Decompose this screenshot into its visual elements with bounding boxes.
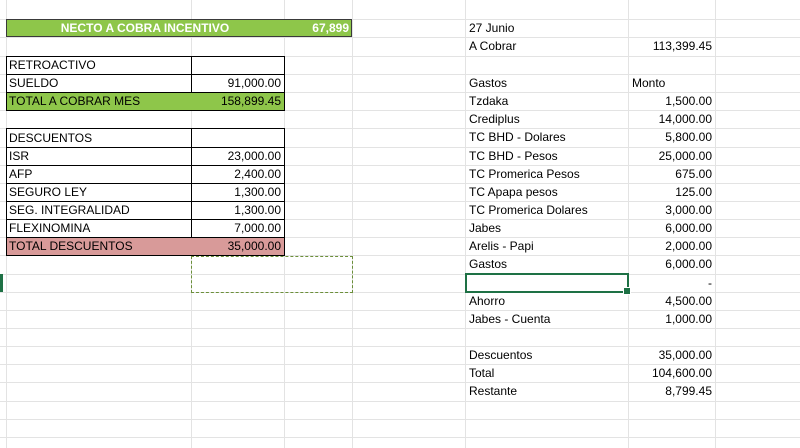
gasto-value-0[interactable]: 1,500.00: [629, 92, 715, 110]
gasto-value-4[interactable]: 675.00: [629, 165, 715, 183]
jabes-cuenta-label[interactable]: Jabes - Cuenta: [466, 310, 628, 328]
gasto-value-6[interactable]: 3,000.00: [629, 201, 715, 219]
retroactivo-value[interactable]: [192, 56, 284, 74]
total-value[interactable]: 104,600.00: [629, 364, 715, 382]
desc-value-seg-integralidad[interactable]: 1,300.00: [192, 201, 284, 219]
total-descuentos-label[interactable]: TOTAL DESCUENTOS: [6, 237, 191, 255]
dash-value[interactable]: -: [629, 274, 715, 292]
incentive-header-value[interactable]: 67,899: [284, 19, 352, 37]
active-cell-selection[interactable]: [465, 273, 631, 295]
gasto-value-5[interactable]: 125.00: [629, 183, 715, 201]
gasto-value-1[interactable]: 14,000.00: [629, 110, 715, 128]
desc-value-seguro-ley[interactable]: 1,300.00: [192, 183, 284, 201]
gasto-label-5[interactable]: TC Apapa pesos: [466, 183, 628, 201]
gasto-value-3[interactable]: 25,000.00: [629, 147, 715, 165]
gastos-header-label[interactable]: Gastos: [466, 74, 628, 92]
descuentos-summary-label[interactable]: Descuentos: [466, 346, 628, 364]
sueldo-label[interactable]: SUELDO: [6, 74, 191, 92]
desc-label-isr[interactable]: ISR: [6, 147, 191, 165]
restante-value[interactable]: 8,799.45: [629, 382, 715, 400]
gasto-value-8[interactable]: 2,000.00: [629, 237, 715, 255]
monto-header-label[interactable]: Monto: [629, 74, 715, 92]
desc-label-seguro-ley[interactable]: SEGURO LEY: [6, 183, 191, 201]
ahorro-value[interactable]: 4,500.00: [629, 292, 715, 310]
gasto-value-7[interactable]: 6,000.00: [629, 219, 715, 237]
desc-value-afp[interactable]: 2,400.00: [192, 165, 284, 183]
copy-selection-marquee: [191, 256, 353, 293]
jabes-cuenta-value[interactable]: 1,000.00: [629, 310, 715, 328]
gasto-label-1[interactable]: Crediplus: [466, 110, 628, 128]
restante-label[interactable]: Restante: [466, 382, 628, 400]
descuentos-title[interactable]: DESCUENTOS: [6, 129, 191, 147]
gasto-value-9[interactable]: 6,000.00: [629, 255, 715, 273]
incentive-header-label[interactable]: NECTO A COBRA INCENTIVO: [6, 19, 284, 37]
gasto-label-6[interactable]: TC Promerica Dolares: [466, 201, 628, 219]
gasto-label-3[interactable]: TC BHD - Pesos: [466, 147, 628, 165]
total-mes-label[interactable]: TOTAL A COBRAR MES: [6, 92, 191, 110]
desc-value-isr[interactable]: 23,000.00: [192, 147, 284, 165]
gasto-value-2[interactable]: 5,800.00: [629, 128, 715, 146]
gasto-label-7[interactable]: Jabes: [466, 219, 628, 237]
total-label[interactable]: Total: [466, 364, 628, 382]
a-cobrar-value[interactable]: 113,399.45: [629, 37, 715, 55]
gasto-label-2[interactable]: TC BHD - Dolares: [466, 128, 628, 146]
date-label[interactable]: 27 Junio: [466, 19, 628, 37]
desc-label-flexinomina[interactable]: FLEXINOMINA: [6, 219, 191, 237]
total-descuentos-value[interactable]: 35,000.00: [192, 237, 284, 255]
sueldo-value[interactable]: 91,000.00: [192, 74, 284, 92]
total-mes-value[interactable]: 158,899.45: [192, 92, 284, 110]
row-header-highlight: [0, 274, 3, 292]
a-cobrar-label[interactable]: A Cobrar: [466, 37, 628, 55]
desc-value-flexinomina[interactable]: 7,000.00: [192, 219, 284, 237]
gasto-label-9[interactable]: Gastos: [466, 255, 628, 273]
gasto-label-4[interactable]: TC Promerica Pesos: [466, 165, 628, 183]
descuentos-summary-value[interactable]: 35,000.00: [629, 346, 715, 364]
desc-label-afp[interactable]: AFP: [6, 165, 191, 183]
gasto-label-0[interactable]: Tzdaka: [466, 92, 628, 110]
retroactivo-label[interactable]: RETROACTIVO: [6, 56, 191, 74]
ahorro-label[interactable]: Ahorro: [466, 292, 628, 310]
gasto-label-8[interactable]: Arelis - Papi: [466, 237, 628, 255]
desc-label-seg-integralidad[interactable]: SEG. INTEGRALIDAD: [6, 201, 191, 219]
spreadsheet-grid[interactable]: NECTO A COBRA INCENTIVO 67,899 RETROACTI…: [0, 0, 800, 448]
